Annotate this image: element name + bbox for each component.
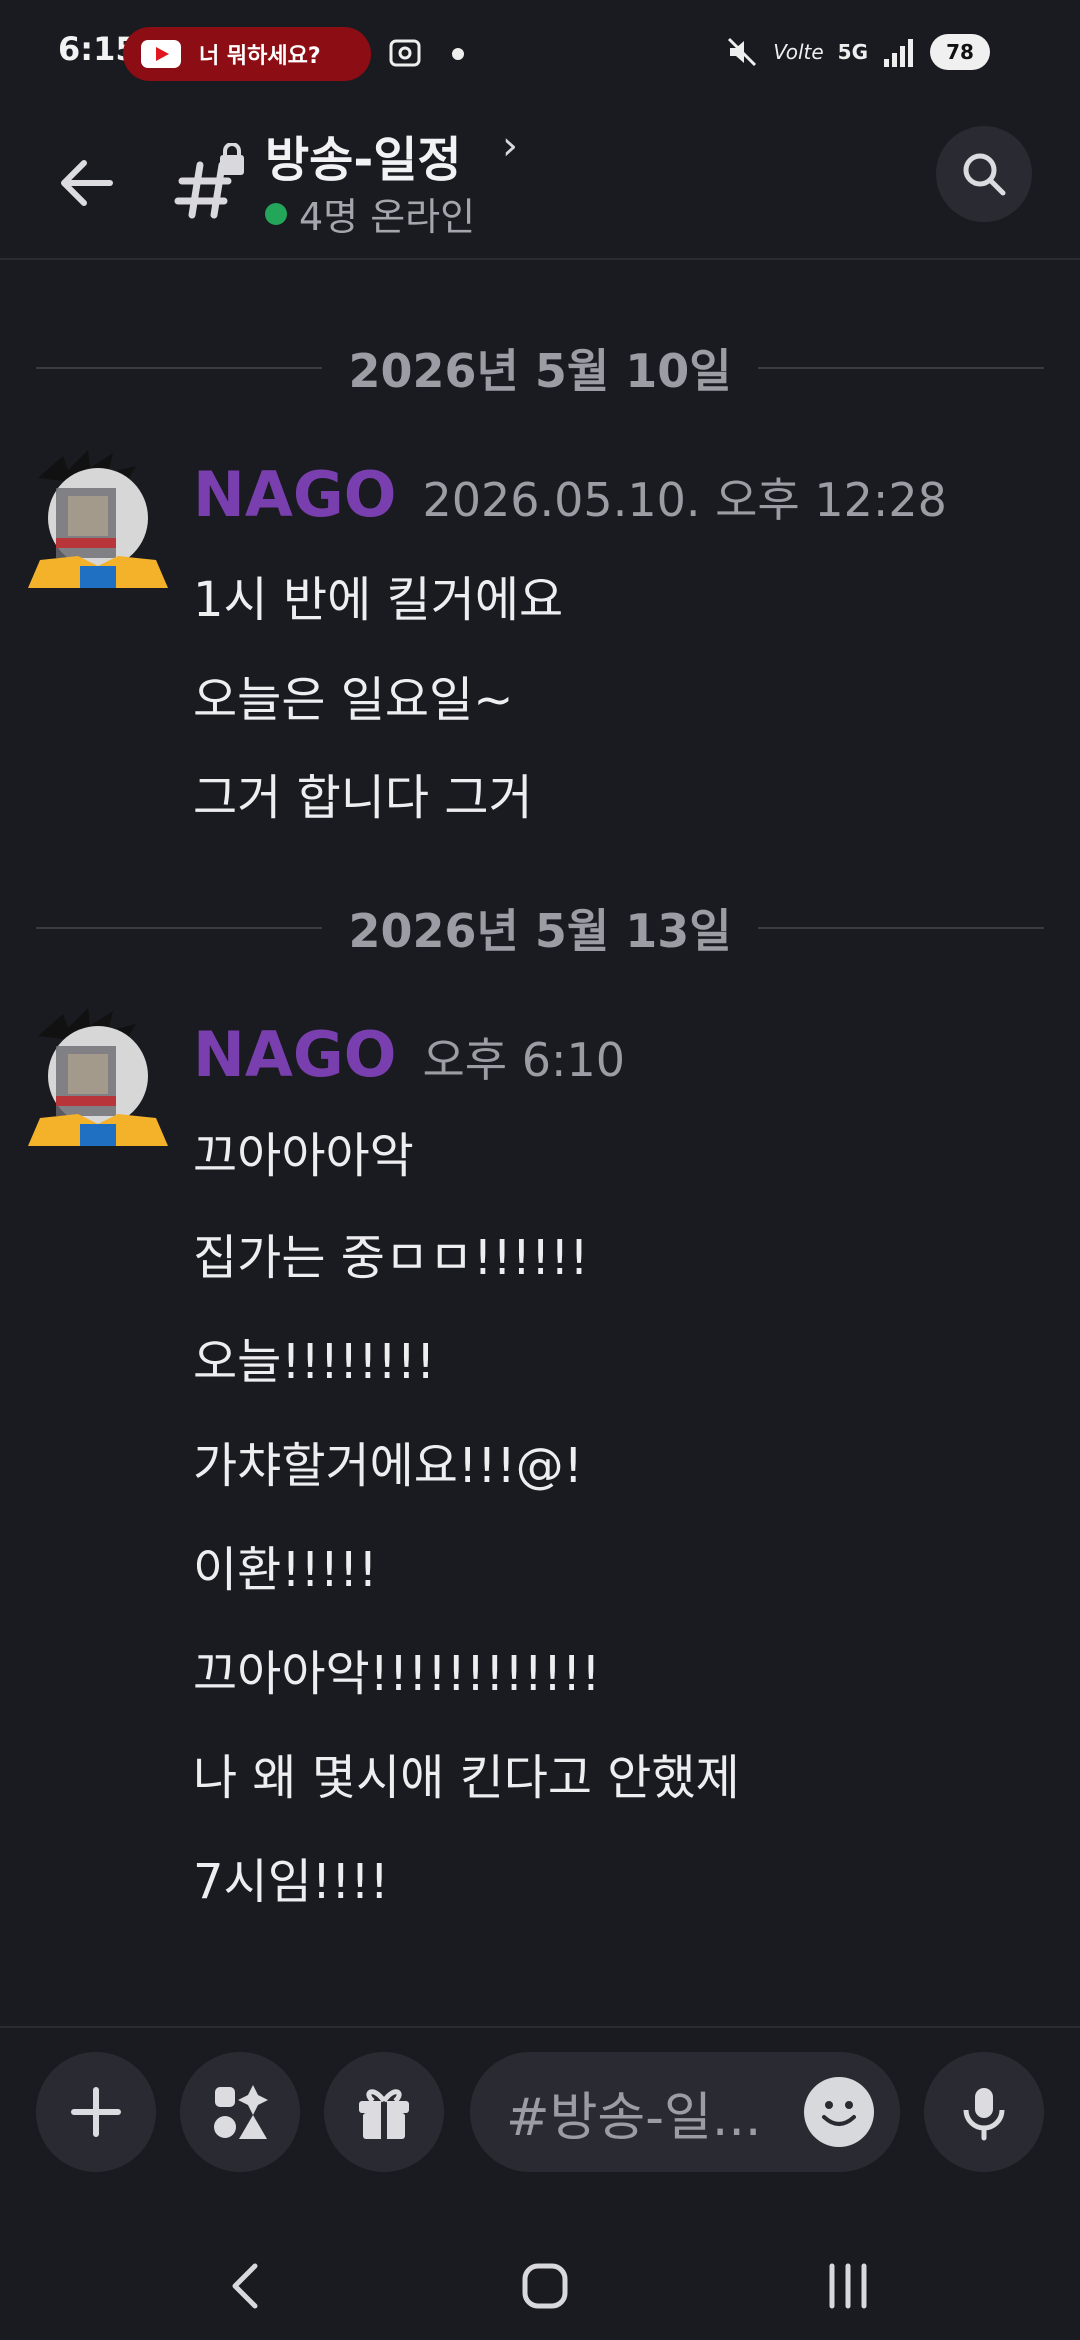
screenshot-icon	[389, 39, 421, 67]
message-list[interactable]: 2026년 5월 10일 NAGO 2026.05.10. 오후 12:28 1…	[0, 260, 1080, 2025]
date-divider: 2026년 5월 13일	[36, 898, 1045, 958]
emoji-button[interactable]	[804, 2077, 874, 2147]
battery-indicator: 78	[930, 34, 990, 70]
username[interactable]: NAGO	[193, 1018, 396, 1091]
channel-title[interactable]: 방송-일정	[265, 120, 462, 190]
network-type: 5G	[837, 40, 868, 64]
message-input-placeholder: #방송-일...	[506, 2087, 762, 2148]
voice-message-button[interactable]	[924, 2052, 1044, 2172]
message-composer: #방송-일...	[0, 2026, 1080, 2228]
private-channel-hash-icon	[174, 143, 244, 219]
message-line[interactable]: 집가는 중ㅁㅁ!!!!!!	[193, 1218, 589, 1288]
youtube-icon	[141, 40, 181, 68]
online-count: 4명 온라인	[299, 195, 476, 239]
message-line[interactable]: 오늘은 일요일~	[193, 660, 513, 730]
notification-text: 너 뭐하세요?	[199, 44, 321, 69]
online-status: 4명 온라인	[265, 186, 475, 241]
message-line[interactable]: 끄아아아악	[193, 1116, 414, 1186]
message-header: NAGO 2026.05.10. 오후 12:28	[193, 458, 947, 531]
date-divider-label: 2026년 5월 10일	[348, 344, 732, 398]
search-button[interactable]	[936, 126, 1032, 222]
message-line[interactable]: 그거 합니다 그거	[193, 758, 533, 828]
youtube-notification-pill[interactable]: 너 뭐하세요?	[123, 27, 371, 81]
nav-back-icon[interactable]	[205, 2246, 285, 2326]
date-divider-label: 2026년 5월 13일	[348, 904, 732, 958]
online-dot-icon	[265, 202, 287, 225]
apps-button[interactable]	[180, 2052, 300, 2172]
smiley-icon	[822, 2101, 856, 2126]
search-icon	[963, 153, 1006, 196]
apps-icon	[214, 2085, 268, 2139]
message-input[interactable]: #방송-일...	[470, 2052, 900, 2172]
gift-icon	[359, 2089, 409, 2139]
nav-recents-icon[interactable]	[808, 2246, 888, 2326]
notification-dot	[452, 48, 464, 60]
nav-home-icon[interactable]	[505, 2246, 585, 2326]
add-attachment-button[interactable]	[36, 2052, 156, 2172]
message-line[interactable]: 나 왜 몇시애 킨다고 안했제	[193, 1738, 740, 1808]
message-header: NAGO 오후 6:10	[193, 1018, 625, 1091]
chevron-right-icon[interactable]: ›	[502, 123, 518, 169]
channel-header: 방송-일정 › 4명 온라인	[0, 108, 1080, 260]
message-timestamp: 오후 6:10	[422, 1033, 626, 1087]
message-line[interactable]: 이환!!!!!	[193, 1530, 378, 1600]
status-bar: 6:15 너 뭐하세요? Volte 5G 78	[0, 0, 1080, 108]
plus-icon	[71, 2087, 121, 2137]
mute-icon	[728, 37, 757, 67]
message-line[interactable]: 7시임!!!!	[193, 1842, 389, 1912]
message-timestamp: 2026.05.10. 오후 12:28	[422, 473, 947, 527]
message-line[interactable]: 끄아아악!!!!!!!!!!!!	[193, 1634, 601, 1704]
date-divider: 2026년 5월 10일	[36, 338, 1045, 398]
avatar[interactable]	[28, 448, 168, 588]
message-line[interactable]: 가챠할거에요!!!@!	[193, 1426, 583, 1496]
avatar[interactable]	[28, 1006, 168, 1146]
message-line[interactable]: 1시 반에 킬거에요	[193, 560, 563, 630]
message-line[interactable]: 오늘!!!!!!!!	[193, 1322, 435, 1392]
username[interactable]: NAGO	[193, 458, 396, 531]
signal-icon	[884, 39, 913, 67]
back-arrow-icon[interactable]	[52, 148, 122, 218]
microphone-icon	[963, 2088, 1005, 2141]
gift-button[interactable]	[324, 2052, 444, 2172]
volte-indicator: Volte	[773, 40, 824, 64]
system-nav-bar	[0, 2226, 1080, 2340]
